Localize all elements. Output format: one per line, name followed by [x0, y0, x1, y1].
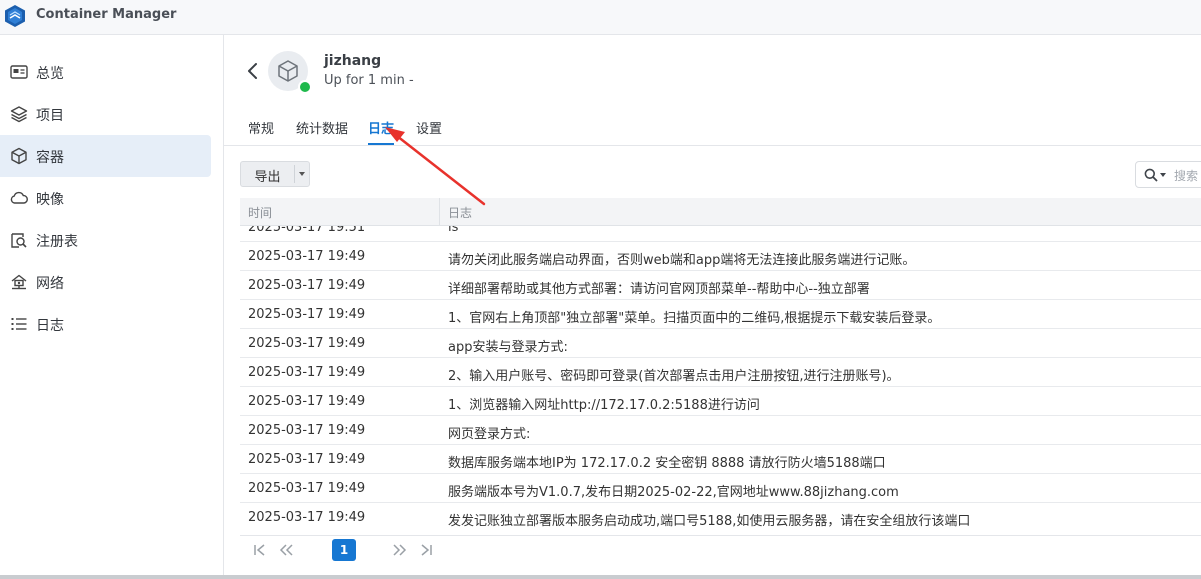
title-bar: Container Manager	[0, 0, 1201, 35]
table-row[interactable]: 2025-03-17 19:49 app安装与登录方式:	[240, 329, 1201, 358]
log-message-cell: ls	[448, 226, 459, 235]
log-time-cell: 2025-03-17 19:49	[248, 510, 366, 525]
layers-icon	[10, 106, 28, 123]
tab-bar: 常规 统计数据 日志 设置	[224, 110, 1201, 146]
table-row[interactable]: 2025-03-17 19:49 数据库服务端本地IP为 172.17.0.2 安…	[240, 445, 1201, 474]
log-message-cell: 2、输入用户账号、密码即可登录(首次部署点击用户注册按钮,进行注册账号)。	[448, 369, 900, 384]
search-icon	[1144, 168, 1158, 182]
table-row[interactable]: 2025-03-17 19:49 2、输入用户账号、密码即可登录(首次部署点击用户…	[240, 358, 1201, 387]
table-body: 2025-03-17 19:51 ls 2025-03-17 19:49 请勿关闭此服…	[240, 226, 1201, 531]
log-time-cell: 2025-03-17 19:49	[248, 394, 366, 409]
log-message-cell: 数据库服务端本地IP为 172.17.0.2 安全密钥 8888 请放行防火墙5…	[448, 456, 886, 471]
sidebar-item-label: 映像	[36, 192, 64, 208]
search-input[interactable]: 搜索	[1135, 161, 1201, 188]
container-status: Up for 1 min -	[324, 73, 414, 88]
export-button-divider	[294, 165, 295, 183]
table-row[interactable]: 2025-03-17 19:49 发发记账独立部署版本服务启动成功,端口号5188…	[240, 503, 1201, 531]
table-header: 时间 日志	[240, 198, 1201, 226]
sidebar-item-label: 项目	[36, 108, 64, 124]
registry-search-icon	[11, 233, 27, 248]
table-row[interactable]: 2025-03-17 19:49 服务端版本号为V1.0.7,发布日期2025-0…	[240, 474, 1201, 503]
table-row[interactable]: 2025-03-17 19:51 ls	[240, 226, 1201, 242]
chevron-down-icon[interactable]	[1160, 173, 1166, 177]
column-header-time[interactable]: 时间	[248, 204, 272, 221]
overview-icon	[10, 65, 28, 79]
log-message-cell: 详细部署帮助或其他方式部署：请访问官网顶部菜单--帮助中心--独立部署	[448, 282, 870, 297]
table-row[interactable]: 2025-03-17 19:49 1、浏览器输入网址http://172.17.0…	[240, 387, 1201, 416]
log-message-cell: 网页登录方式:	[448, 427, 531, 442]
log-time-cell: 2025-03-17 19:49	[248, 249, 366, 264]
app-title: Container Manager	[36, 7, 177, 22]
pagination: 1	[240, 535, 1201, 566]
log-time-cell: 2025-03-17 19:51	[248, 226, 366, 235]
sidebar-item-network[interactable]: 网络	[0, 261, 211, 303]
container-manager-logo-icon	[5, 5, 25, 27]
log-time-cell: 2025-03-17 19:49	[248, 365, 366, 380]
log-time-cell: 2025-03-17 19:49	[248, 278, 366, 293]
log-message-cell: 服务端版本号为V1.0.7,发布日期2025-02-22,官网地址www.88j…	[448, 485, 899, 500]
log-table: 时间 日志 2025-03-17 19:51 ls 2025-03-17 19:49…	[240, 198, 1201, 531]
previous-page-icon[interactable]	[278, 542, 294, 558]
sidebar-item-label: 容器	[36, 150, 64, 166]
sidebar-item-projects[interactable]: 项目	[0, 93, 211, 135]
tab-settings[interactable]: 设置	[416, 118, 442, 144]
log-message-cell: 发发记账独立部署版本服务启动成功,端口号5188,如使用云服务器，请在安全组放行…	[448, 514, 971, 529]
cube-icon	[278, 60, 298, 82]
log-message-cell: 请勿关闭此服务端启动界面，否则web端和app端将无法连接此服务端进行记账。	[448, 253, 916, 268]
sidebar-item-label: 注册表	[36, 234, 78, 250]
chevron-down-icon[interactable]	[298, 170, 306, 178]
list-icon	[11, 318, 27, 330]
main-panel: jizhang Up for 1 min - 常规 统计数据 日志 设置 导出 …	[224, 35, 1201, 575]
first-page-icon[interactable]	[252, 542, 268, 558]
last-page-icon[interactable]	[418, 542, 434, 558]
tab-general[interactable]: 常规	[248, 118, 274, 144]
column-divider[interactable]	[439, 198, 440, 225]
back-arrow-icon[interactable]	[244, 60, 262, 82]
tab-statistics[interactable]: 统计数据	[296, 118, 348, 144]
search-placeholder: 搜索	[1174, 169, 1199, 183]
running-status-indicator	[298, 80, 312, 94]
network-icon	[11, 274, 27, 290]
log-message-cell: app安装与登录方式:	[448, 340, 568, 355]
sidebar-item-label: 总览	[36, 66, 64, 82]
sidebar-item-registry[interactable]: 注册表	[0, 219, 211, 261]
sidebar-item-overview[interactable]: 总览	[0, 51, 211, 93]
log-time-cell: 2025-03-17 19:49	[248, 481, 366, 496]
sidebar-item-logs[interactable]: 日志	[0, 303, 211, 345]
table-row[interactable]: 2025-03-17 19:49 1、官网右上角顶部"独立部署"菜单。扫描页面中的…	[240, 300, 1201, 329]
table-row[interactable]: 2025-03-17 19:49 网页登录方式:	[240, 416, 1201, 445]
sidebar-item-images[interactable]: 映像	[0, 177, 211, 219]
sidebar: 总览 项目 容器 映像 注册表 网络 日志	[0, 35, 224, 575]
tab-logs[interactable]: 日志	[368, 118, 395, 145]
current-page-button[interactable]: 1	[332, 539, 356, 561]
sidebar-item-containers[interactable]: 容器	[0, 135, 211, 177]
column-header-log[interactable]: 日志	[448, 204, 472, 221]
log-time-cell: 2025-03-17 19:49	[248, 307, 366, 322]
cloud-icon	[10, 191, 28, 204]
log-time-cell: 2025-03-17 19:49	[248, 452, 366, 467]
table-row[interactable]: 2025-03-17 19:49 请勿关闭此服务端启动界面，否则web端和app端…	[240, 242, 1201, 271]
sidebar-item-label: 网络	[36, 276, 64, 292]
cube-icon	[11, 147, 27, 165]
container-name: jizhang	[324, 53, 382, 69]
sidebar-item-label: 日志	[36, 318, 64, 334]
export-button[interactable]: 导出	[240, 161, 310, 187]
table-row[interactable]: 2025-03-17 19:49 详细部署帮助或其他方式部署：请访问官网顶部菜单-…	[240, 271, 1201, 300]
export-button-label: 导出	[254, 170, 281, 185]
log-message-cell: 1、官网右上角顶部"独立部署"菜单。扫描页面中的二维码,根据提示下载安装后登录。	[448, 311, 941, 326]
next-page-icon[interactable]	[392, 542, 408, 558]
log-time-cell: 2025-03-17 19:49	[248, 423, 366, 438]
bottom-scrollbar[interactable]	[0, 575, 1201, 579]
log-time-cell: 2025-03-17 19:49	[248, 336, 366, 351]
log-message-cell: 1、浏览器输入网址http://172.17.0.2:5188进行访问	[448, 398, 760, 413]
